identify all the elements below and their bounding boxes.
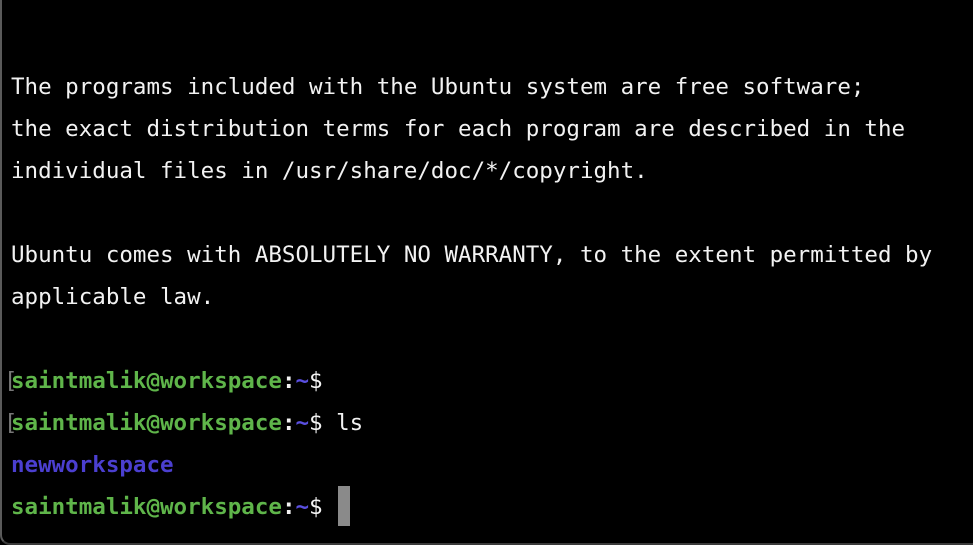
prompt-colon: : [281, 494, 296, 520]
command-text: ls [336, 410, 364, 436]
prompt-path: ~ [295, 494, 310, 520]
active-prompt-line[interactable]: saintmalik@workspace:~$ [11, 485, 932, 528]
selection-bracket-icon: [ [4, 410, 18, 436]
ls-output-directory: newworkspace [11, 452, 174, 478]
prompt-line: [saintmalik@workspace:~$ [4, 360, 932, 402]
prompt-dollar: $ [309, 410, 323, 436]
selection-bracket-icon: [ [4, 368, 18, 394]
warranty-line: applicable law. [11, 284, 215, 310]
warranty-line: Ubuntu comes with ABSOLUTELY NO WARRANTY… [11, 242, 933, 268]
prompt-user-host: saintmalik@workspace [11, 410, 282, 436]
prompt-colon: : [281, 368, 296, 394]
prompt-dollar: $ [309, 368, 323, 394]
terminal-window[interactable]: The programs included with the Ubuntu sy… [0, 0, 973, 545]
prompt-user-host: saintmalik@workspace [11, 368, 282, 394]
motd-line: the exact distribution terms for each pr… [11, 116, 906, 142]
terminal-output: The programs included with the Ubuntu sy… [4, 66, 933, 528]
prompt-user-host: saintmalik@workspace [11, 494, 282, 520]
prompt-line: [saintmalik@workspace:~$ ls [4, 402, 932, 444]
prompt-path: ~ [295, 368, 310, 394]
motd-line: individual files in /usr/share/doc/*/cop… [11, 158, 648, 184]
terminal-cursor[interactable] [338, 485, 351, 526]
prompt-colon: : [281, 410, 296, 436]
prompt-dollar: $ [309, 494, 323, 520]
motd-line: The programs included with the Ubuntu sy… [11, 74, 865, 100]
prompt-path: ~ [295, 410, 310, 436]
